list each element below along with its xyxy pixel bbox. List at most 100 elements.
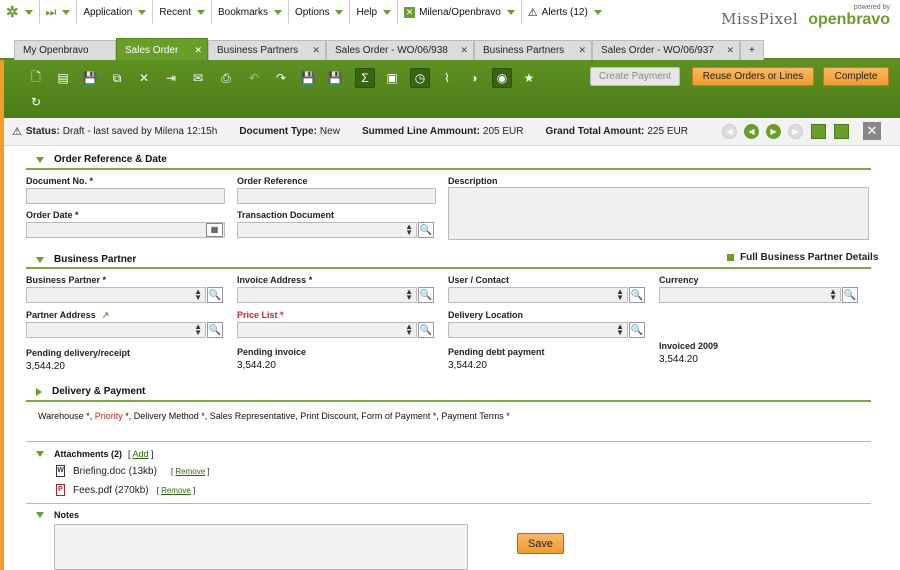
menu-application[interactable]: Application	[77, 0, 154, 24]
save-icon[interactable]: 💾	[80, 68, 100, 88]
save-button[interactable]: Save	[517, 533, 564, 554]
file-name[interactable]: Fees.pdf	[73, 485, 112, 496]
search-icon[interactable]: 🔍	[629, 287, 645, 303]
search-icon[interactable]: 🔍	[842, 287, 858, 303]
nav-first-button[interactable]: ◀	[722, 124, 737, 139]
transaction-document-select[interactable]: ▲ ▼	[237, 222, 417, 238]
grand-value: 225 EUR	[647, 126, 688, 137]
restore-window-icon[interactable]	[811, 124, 826, 139]
calendar-icon[interactable]: ▦	[206, 223, 223, 237]
alerts-menu[interactable]: ⚠ Alerts (12)	[522, 0, 608, 24]
sum-icon[interactable]: Σ	[355, 68, 375, 88]
chevron-down-icon	[62, 9, 71, 15]
tab-sales-order-938[interactable]: Sales Order - WO/06/938 ✕	[326, 40, 474, 60]
search-icon[interactable]: 🔍	[418, 322, 434, 338]
tab-my-openbravo[interactable]: My Openbravo	[14, 40, 116, 60]
tab-business-partners[interactable]: Business Partners ✕	[208, 40, 326, 60]
menu-options[interactable]: Options	[289, 0, 351, 24]
close-icon[interactable]: ✕	[460, 45, 468, 56]
close-icon[interactable]: ✕	[863, 122, 881, 140]
eye-icon[interactable]: ◉	[492, 68, 512, 88]
chevron-down-icon	[197, 9, 205, 15]
menu-recent[interactable]: Recent	[153, 0, 212, 24]
close-icon[interactable]: ✕	[726, 45, 734, 56]
complete-button[interactable]: Complete	[823, 67, 889, 86]
clock-icon[interactable]: ◷	[410, 68, 430, 88]
user-contact-select[interactable]: ▲ ▼	[448, 287, 628, 303]
delivery-location-select[interactable]: ▲ ▼	[448, 322, 628, 338]
star-icon[interactable]: ★	[519, 68, 539, 88]
summed-value: 205 EUR	[482, 126, 524, 137]
export-icon[interactable]: ⇥	[161, 68, 181, 88]
nav-prev-button[interactable]: ◀	[744, 124, 759, 139]
close-icon[interactable]: ✕	[312, 45, 320, 56]
new-document-icon[interactable]: 🗋	[26, 68, 46, 88]
remove-link[interactable]: Remove	[161, 486, 191, 495]
undo-icon[interactable]: ↶	[244, 68, 264, 88]
section-business-partner[interactable]: Business Partner	[36, 254, 136, 265]
pending-debt-value: 3,544.20	[448, 360, 487, 371]
reuse-orders-button[interactable]: Reuse Orders or Lines	[692, 67, 814, 86]
divider	[26, 168, 871, 170]
create-payment-button[interactable]: Create Payment	[590, 67, 680, 86]
price-list-select[interactable]: ▲ ▼	[237, 322, 417, 338]
arrow-link-icon[interactable]: ↗	[102, 310, 110, 320]
tab-sales-order[interactable]: Sales Order ✕	[116, 38, 208, 60]
full-bp-details-link[interactable]: Full Business Partner Details	[727, 252, 878, 263]
save-close-icon[interactable]: 💾	[298, 68, 318, 88]
tab-new[interactable]: +	[740, 40, 764, 60]
nav-next-button[interactable]: ▶	[766, 124, 781, 139]
search-icon[interactable]: 🔍	[207, 287, 223, 303]
menu-help[interactable]: Help	[350, 0, 399, 24]
close-icon[interactable]: ✕	[194, 45, 202, 56]
section-delivery-payment[interactable]: Delivery & Payment	[36, 386, 145, 397]
nav-last-button[interactable]: ▶	[788, 124, 803, 139]
currency-select[interactable]: ▲ ▼	[659, 287, 841, 303]
search-icon[interactable]: 🔍	[418, 222, 434, 238]
stepper-icon: ▲ ▼	[405, 322, 413, 337]
collapse-icon	[36, 156, 44, 163]
order-date-input[interactable]	[26, 222, 225, 238]
search-icon[interactable]: 🔍	[629, 322, 645, 338]
tab-business-partners-2[interactable]: Business Partners ✕	[474, 40, 592, 60]
save-new-icon[interactable]: 💾	[325, 68, 345, 88]
chevron-down-icon	[593, 9, 602, 15]
status-label: Status:	[25, 126, 60, 137]
email-icon[interactable]: ✉	[188, 68, 208, 88]
attachment-icon[interactable]: ⌇	[437, 68, 457, 88]
partner-address-select[interactable]: ▲ ▼	[26, 322, 206, 338]
document-no-input[interactable]	[26, 188, 225, 204]
invoice-address-select[interactable]: ▲ ▼	[237, 287, 417, 303]
notes-textarea[interactable]	[54, 524, 468, 570]
maximize-icon[interactable]	[834, 124, 849, 139]
tab-sales-order-937[interactable]: Sales Order - WO/06/937 ✕	[592, 40, 740, 60]
file-name[interactable]: Briefing.doc	[73, 466, 126, 477]
description-textarea[interactable]	[448, 187, 869, 240]
calculator-icon[interactable]: ▣	[382, 68, 402, 88]
menu-bookmarks[interactable]: Bookmarks	[212, 0, 290, 24]
add-attachment-link[interactable]: Add	[133, 449, 149, 459]
copy-icon[interactable]: ⧉	[107, 68, 127, 88]
remove-link[interactable]: Remove	[175, 467, 205, 476]
grand-label: Grand Total Amount:	[545, 126, 645, 137]
quick-launch[interactable]: ⏭	[40, 0, 78, 24]
app-launcher[interactable]: ✲	[0, 0, 40, 24]
search-icon[interactable]: 🔍	[418, 287, 434, 303]
stepper-icon: ▲ ▼	[405, 287, 413, 302]
redo-icon[interactable]: ↷	[271, 68, 291, 88]
section-notes[interactable]: Notes	[36, 510, 79, 520]
section-order-reference[interactable]: Order Reference & Date	[36, 154, 167, 165]
delete-icon[interactable]: ✕	[134, 68, 154, 88]
print-icon[interactable]: ⎙	[216, 68, 236, 88]
refresh-icon[interactable]: ↻	[26, 92, 46, 112]
partner-address-label: Partner Address ↗	[26, 310, 110, 320]
toggle-icon[interactable]: ◑	[464, 68, 484, 88]
user-menu[interactable]: ✕ Milena/Openbravo	[398, 0, 522, 24]
collapse-icon	[36, 512, 44, 518]
close-icon[interactable]: ✕	[578, 45, 586, 56]
business-partner-select[interactable]: ▲ ▼	[26, 287, 206, 303]
search-icon[interactable]: 🔍	[207, 322, 223, 338]
form-icon[interactable]: ▤	[53, 68, 73, 88]
section-attachments[interactable]: Attachments (2) [ Add ]	[36, 449, 154, 459]
order-reference-input[interactable]	[237, 188, 436, 204]
